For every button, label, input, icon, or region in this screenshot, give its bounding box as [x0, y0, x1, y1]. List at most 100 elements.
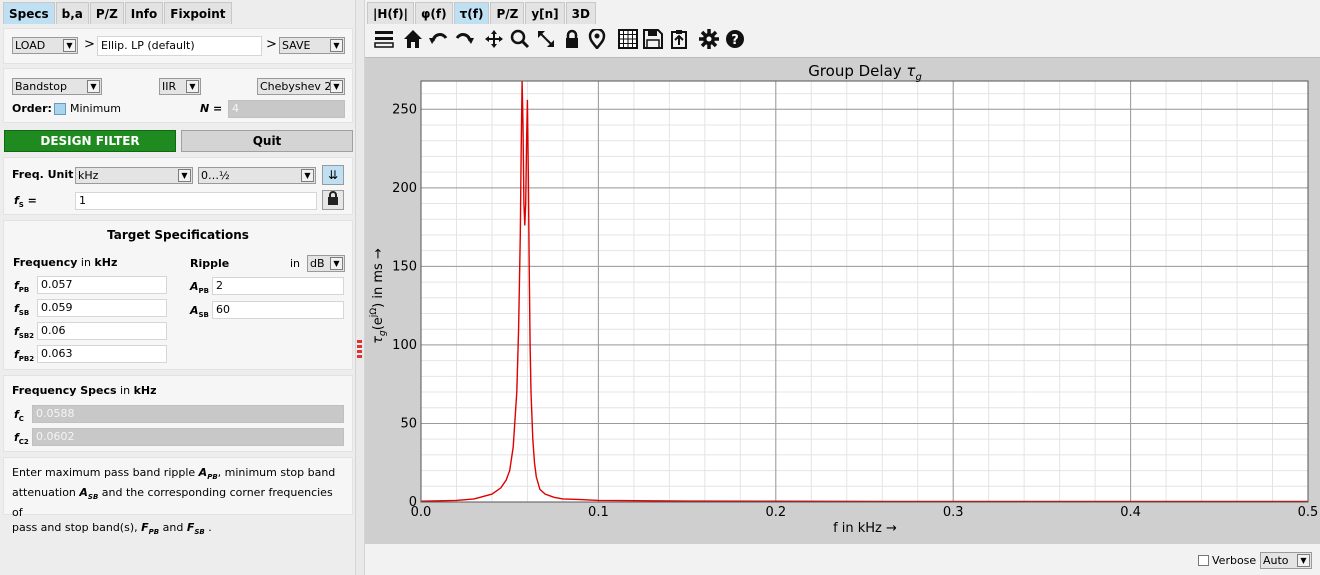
fpb-label: fPB — [14, 279, 30, 295]
design-type-value: IIR — [162, 80, 177, 93]
lock-icon[interactable] — [560, 29, 584, 53]
pan-icon[interactable] — [482, 29, 506, 53]
x-axis-label: f in kHz → — [833, 521, 897, 536]
y-axis-exp: jΩ — [369, 308, 379, 319]
verbose-label: Verbose — [1212, 554, 1257, 567]
design-filter-button[interactable]: DESIGN FILTER — [4, 130, 176, 152]
fpb-field[interactable]: 0.057 — [37, 276, 167, 294]
target-specs-section: Target Specifications Frequency in kHz R… — [3, 220, 353, 370]
autoscale-icon[interactable] — [534, 29, 558, 53]
lock-icon[interactable] — [322, 190, 344, 210]
minimum-label: Minimum — [70, 102, 121, 115]
mode-select[interactable]: Auto ▼ — [1260, 552, 1312, 569]
minimum-checkbox[interactable] — [54, 103, 66, 115]
tab-3d[interactable]: 3D — [565, 2, 596, 24]
plot-panel: |H(f)| φ(f) τ(f) P/Z y[n] 3D ? 0.0 0.1 0.2… — [365, 0, 1320, 575]
export-icon[interactable] — [667, 29, 691, 53]
mode-value: Auto — [1263, 554, 1289, 567]
freq-unit-text: kHz — [94, 256, 118, 269]
arrow-label-2: > — [266, 37, 277, 52]
specs-panel: Specs b,a P/Z Info Fixpoint LOAD ▼ > Elli… — [0, 0, 355, 575]
fs-field[interactable]: 1 — [75, 192, 317, 210]
fpb2-sub: PB2 — [18, 355, 35, 364]
save-icon[interactable] — [641, 29, 665, 53]
chevron-down-icon: ▼ — [186, 80, 199, 93]
y-tick-label: 50 — [400, 416, 417, 431]
freq-unit-value: kHz — [78, 169, 99, 182]
frequency-header: Frequency in kHz — [13, 256, 117, 269]
save-select[interactable]: SAVE ▼ — [279, 37, 345, 54]
y-tick-label: 100 — [392, 338, 417, 353]
filter-type-section: Bandstop ▼ IIR ▼ Chebyshev 2 ▼ Order: Minim… — [3, 68, 353, 123]
x-axis-label-text: f in kHz → — [833, 521, 897, 536]
fc-field[interactable]: 0.0588 — [32, 405, 344, 423]
load-select[interactable]: LOAD ▼ — [12, 37, 78, 54]
tab-ba[interactable]: b,a — [55, 2, 89, 24]
plot-toolbar: ? — [365, 25, 1320, 57]
grid-icon[interactable] — [616, 29, 640, 53]
tab-group-delay[interactable]: τ(f) — [453, 2, 490, 24]
freq-unit-section: Freq. Unit kHz ▼ 0…½ ▼ ⇊ fS = 1 — [3, 157, 353, 215]
y-tick-labels: 0 50 100 150 200 250 — [392, 102, 417, 510]
right-tab-bar: |H(f)| φ(f) τ(f) P/Z y[n] 3D — [367, 2, 597, 24]
asb-label: ASB — [190, 304, 209, 320]
freq-unit-select[interactable]: kHz ▼ — [75, 167, 193, 184]
redo-icon[interactable] — [452, 29, 476, 53]
fpb2-label: fPB2 — [14, 348, 35, 364]
fsb-field[interactable]: 0.059 — [37, 299, 167, 317]
fsb2-field[interactable]: 0.06 — [37, 322, 167, 340]
x-tick-label: 0.1 — [588, 505, 609, 520]
x-tick-label: 0.3 — [943, 505, 964, 520]
y-axis-tau: τ — [371, 336, 386, 344]
settings-icon[interactable] — [697, 29, 721, 53]
sort-icon[interactable]: ⇊ — [322, 165, 344, 185]
help-icon[interactable]: ? — [723, 29, 747, 53]
arrow-label: > — [84, 37, 95, 52]
splitter-handle[interactable] — [355, 0, 365, 575]
undo-icon[interactable] — [427, 29, 451, 53]
tab-specs[interactable]: Specs — [3, 2, 55, 24]
freq-range-select[interactable]: 0…½ ▼ — [198, 167, 316, 184]
ripple-unit-select[interactable]: dB ▼ — [307, 255, 345, 272]
group-delay-chart[interactable]: 0.0 0.1 0.2 0.3 0.4 0.5 050100150200250 Group… — [365, 58, 1320, 545]
asb-field[interactable]: 60 — [212, 301, 344, 319]
target-specs-title: Target Specifications — [107, 228, 249, 242]
tab-phase[interactable]: φ(f) — [415, 2, 453, 24]
fsb2-label: fSB2 — [14, 325, 35, 341]
fc-label: fC — [14, 408, 24, 424]
chart-title: Group Delay τg — [808, 62, 922, 83]
frequency-specs-title: Frequency Specs in kHz — [12, 384, 157, 397]
bottom-bar: Verbose Auto ▼ — [365, 545, 1320, 575]
filter-name-field[interactable]: Ellip. LP (default) — [97, 36, 262, 56]
y-axis-label-text: in ms → — [371, 248, 386, 299]
in-word: in — [80, 256, 91, 269]
fpb2-field[interactable]: 0.063 — [37, 345, 167, 363]
y-tick-label: 250 — [392, 102, 417, 117]
response-type-value: Bandstop — [15, 80, 67, 93]
marker-icon[interactable] — [585, 27, 609, 53]
tab-pole-zero[interactable]: P/Z — [490, 2, 525, 24]
plot-canvas[interactable]: 0.0 0.1 0.2 0.3 0.4 0.5 0 50 100 150 200 250 Group… — [365, 57, 1320, 544]
help-t3: attenuation — [12, 486, 80, 500]
fsb2-sub: SB2 — [18, 332, 35, 341]
design-type-select[interactable]: IIR ▼ — [159, 78, 201, 95]
fc2-field[interactable]: 0.0602 — [32, 428, 344, 446]
ripple-unit-value: dB — [310, 257, 325, 270]
tab-fixpoint[interactable]: Fixpoint — [164, 2, 232, 24]
order-field[interactable]: 4 — [228, 100, 345, 118]
zoom-icon[interactable] — [508, 29, 532, 53]
home-icon[interactable] — [401, 29, 425, 53]
svg-text:?: ? — [731, 33, 739, 48]
chevron-down-icon: ▼ — [330, 257, 343, 270]
verbose-checkbox[interactable] — [1198, 555, 1209, 566]
menu-icon[interactable] — [372, 29, 396, 53]
response-type-select[interactable]: Bandstop ▼ — [12, 78, 102, 95]
apb-sub: PB — [198, 287, 209, 296]
tab-impulse[interactable]: y[n] — [525, 2, 565, 24]
apb-field[interactable]: 2 — [212, 277, 344, 295]
tab-pz[interactable]: P/Z — [89, 2, 124, 24]
tab-info[interactable]: Info — [124, 2, 164, 24]
tab-magnitude[interactable]: |H(f)| — [367, 2, 414, 24]
design-method-select[interactable]: Chebyshev 2 ▼ — [257, 78, 345, 95]
quit-button[interactable]: Quit — [181, 130, 353, 152]
